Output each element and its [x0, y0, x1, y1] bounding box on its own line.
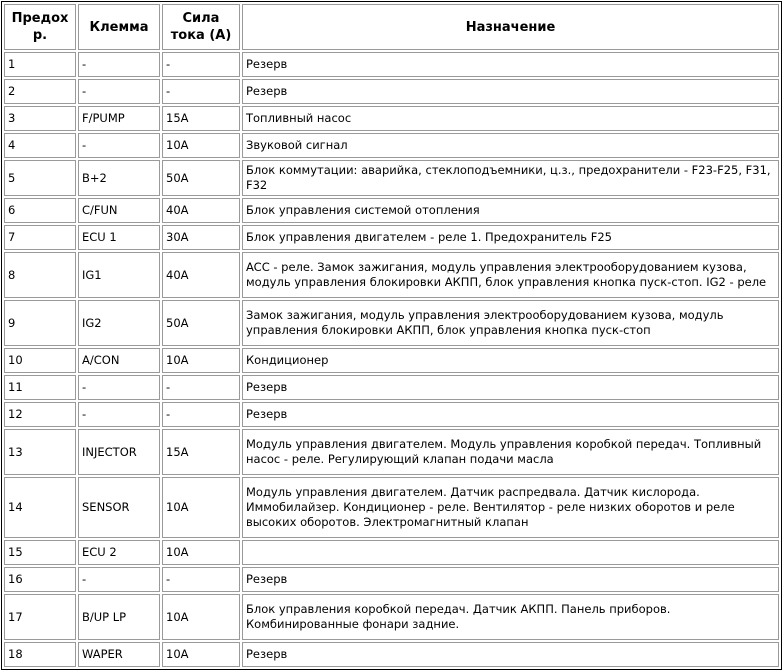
cell-purpose: Резерв: [242, 375, 779, 400]
cell-terminal: IG1: [78, 252, 160, 298]
cell-terminal: C/FUN: [78, 198, 160, 223]
cell-terminal: ECU 2: [78, 540, 160, 565]
cell-purpose: Резерв: [242, 642, 779, 667]
column-header-amperage: Сила тока (A): [162, 4, 240, 50]
cell-terminal: B/UP LP: [78, 594, 160, 640]
cell-fuse: 16: [4, 567, 76, 592]
cell-fuse: 14: [4, 477, 76, 538]
cell-purpose: Замок зажигания, модуль управления элект…: [242, 300, 779, 346]
table-row: 10 A/CON 10A Кондиционер: [4, 348, 779, 373]
cell-amperage: 10A: [162, 477, 240, 538]
cell-terminal: F/PUMP: [78, 106, 160, 131]
column-header-purpose: Назначение: [242, 4, 779, 50]
cell-terminal: -: [78, 402, 160, 427]
cell-terminal: -: [78, 375, 160, 400]
cell-amperage: 50A: [162, 160, 240, 196]
cell-terminal: INJECTOR: [78, 429, 160, 475]
table-row: 5 B+2 50A Блок коммутации: аварийка, стекло…: [4, 160, 779, 196]
cell-fuse: 13: [4, 429, 76, 475]
table-row: 12- - Резерв: [4, 402, 779, 427]
table-row: 4-10A Звуковой сигнал: [4, 133, 779, 158]
cell-amperage: 50A: [162, 300, 240, 346]
table-row: 6 C/FUN 40A Блок управления системой отопле…: [4, 198, 779, 223]
cell-terminal: ECU 1: [78, 225, 160, 250]
table-row: 17 B/UP LP 10A Блок управления коробкой пер…: [4, 594, 779, 640]
cell-purpose: Топливный насос: [242, 106, 779, 131]
cell-amperage: -: [162, 402, 240, 427]
cell-fuse: 2: [4, 79, 76, 104]
cell-fuse: 15: [4, 540, 76, 565]
cell-fuse: 6: [4, 198, 76, 223]
fuse-assignment-table: Предохр. Клемма Сила тока (A) Назначение…: [1, 1, 782, 670]
cell-purpose: Резерв: [242, 52, 779, 77]
cell-purpose: Модуль управления двигателем. Модуль упр…: [242, 429, 779, 475]
cell-amperage: -: [162, 567, 240, 592]
cell-amperage: 10A: [162, 540, 240, 565]
cell-amperage: 15A: [162, 429, 240, 475]
cell-purpose: ACC - реле. Замок зажигания, модуль упра…: [242, 252, 779, 298]
table-row: 15 ECU 2 10A: [4, 540, 779, 565]
table-row: 14 SENSOR 10A Модуль управления двигателем.…: [4, 477, 779, 538]
cell-fuse: 8: [4, 252, 76, 298]
cell-purpose: Блок управления системой отопления: [242, 198, 779, 223]
cell-fuse: 5: [4, 160, 76, 196]
table-row: 7 ECU 1 30A Блок управления двигателем - ре…: [4, 225, 779, 250]
cell-amperage: -: [162, 52, 240, 77]
cell-terminal: A/CON: [78, 348, 160, 373]
table-row: 2- - Резерв: [4, 79, 779, 104]
cell-terminal: IG2: [78, 300, 160, 346]
table-body: 1- - Резерв 2- - Резерв 3 F/PUMP 15A Топливный на…: [4, 52, 779, 667]
cell-purpose: Звуковой сигнал: [242, 133, 779, 158]
cell-amperage: 10A: [162, 133, 240, 158]
cell-purpose: Кондиционер: [242, 348, 779, 373]
cell-purpose: Блок управления двигателем - реле 1. Пре…: [242, 225, 779, 250]
cell-terminal: WAPER: [78, 642, 160, 667]
cell-purpose: Блок управления коробкой передач. Датчик…: [242, 594, 779, 640]
cell-amperage: 30A: [162, 225, 240, 250]
cell-purpose: Резерв: [242, 79, 779, 104]
table-header: Предохр. Клемма Сила тока (A) Назначение: [4, 4, 779, 50]
cell-purpose: Блок коммутации: аварийка, стеклоподъемн…: [242, 160, 779, 196]
cell-fuse: 17: [4, 594, 76, 640]
fuse-table-container: Предохр. Клемма Сила тока (A) Назначение…: [0, 0, 782, 670]
table-row: 18 WAPER 10A Резерв: [4, 642, 779, 667]
cell-amperage: 15A: [162, 106, 240, 131]
cell-terminal: -: [78, 133, 160, 158]
cell-purpose: [242, 540, 779, 565]
cell-amperage: 10A: [162, 348, 240, 373]
cell-terminal: -: [78, 79, 160, 104]
cell-purpose: Модуль управления двигателем. Датчик рас…: [242, 477, 779, 538]
cell-terminal: B+2: [78, 160, 160, 196]
cell-fuse: 11: [4, 375, 76, 400]
cell-fuse: 3: [4, 106, 76, 131]
cell-fuse: 1: [4, 52, 76, 77]
table-row: 8 IG1 40A ACC - реле. Замок зажигания, моду…: [4, 252, 779, 298]
cell-fuse: 4: [4, 133, 76, 158]
cell-purpose: Резерв: [242, 567, 779, 592]
cell-fuse: 10: [4, 348, 76, 373]
cell-amperage: -: [162, 79, 240, 104]
table-row: 3 F/PUMP 15A Топливный насос: [4, 106, 779, 131]
table-header-row: Предохр. Клемма Сила тока (A) Назначение: [4, 4, 779, 50]
cell-amperage: 10A: [162, 642, 240, 667]
table-row: 1- - Резерв: [4, 52, 779, 77]
column-header-fuse: Предохр.: [4, 4, 76, 50]
table-row: 9 IG2 50A Замок зажигания, модуль управлени…: [4, 300, 779, 346]
table-row: 16- - Резерв: [4, 567, 779, 592]
cell-amperage: 10A: [162, 594, 240, 640]
cell-fuse: 7: [4, 225, 76, 250]
table-row: 11- - Резерв: [4, 375, 779, 400]
cell-terminal: -: [78, 567, 160, 592]
cell-amperage: 40A: [162, 198, 240, 223]
cell-amperage: 40A: [162, 252, 240, 298]
cell-purpose: Резерв: [242, 402, 779, 427]
cell-terminal: -: [78, 52, 160, 77]
table-row: 13 INJECTOR 15A Модуль управления двигателе…: [4, 429, 779, 475]
cell-terminal: SENSOR: [78, 477, 160, 538]
column-header-terminal: Клемма: [78, 4, 160, 50]
cell-fuse: 12: [4, 402, 76, 427]
cell-amperage: -: [162, 375, 240, 400]
cell-fuse: 9: [4, 300, 76, 346]
cell-fuse: 18: [4, 642, 76, 667]
